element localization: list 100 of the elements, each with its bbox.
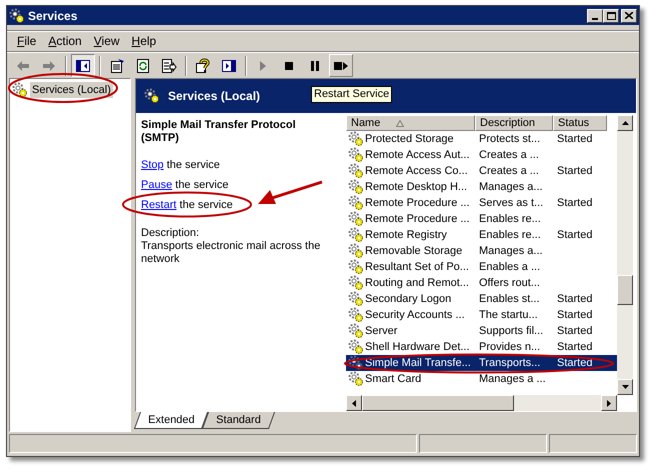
left-arrow-icon bbox=[352, 400, 356, 406]
menu-item[interactable]: View bbox=[88, 32, 126, 50]
panel-icon bbox=[221, 58, 237, 74]
table-cell-text: Server bbox=[365, 324, 398, 339]
table-cell-text: Secondary Logon bbox=[365, 292, 452, 307]
gears-icon bbox=[348, 323, 364, 339]
service-row[interactable]: Remote Procedure ... Serves as t... Started bbox=[346, 195, 617, 211]
service-row[interactable]: Remote Access Co... Creates a ... Started bbox=[346, 163, 617, 179]
scroll-thumb[interactable] bbox=[362, 395, 514, 411]
action-link[interactable]: Stop bbox=[141, 159, 164, 171]
table-cell-text: Started bbox=[557, 340, 592, 355]
window-title: Services bbox=[28, 8, 78, 24]
table-cell-text: Simple Mail Transfe... bbox=[365, 356, 471, 371]
action-link[interactable]: Pause bbox=[141, 179, 172, 191]
scroll-down-button[interactable] bbox=[617, 379, 633, 395]
table-cell-text: Enables a ... bbox=[479, 260, 540, 275]
table-cell-text: Started bbox=[557, 356, 592, 371]
gears-icon bbox=[348, 355, 364, 371]
gears-icon bbox=[348, 275, 364, 291]
toolbar-button[interactable] bbox=[71, 54, 95, 77]
action-text: Pause the service bbox=[141, 179, 228, 192]
gears-icon bbox=[348, 291, 364, 307]
table-cell-text: Remote Procedure ... bbox=[365, 212, 470, 227]
refresh-icon bbox=[135, 58, 151, 74]
menu-item[interactable]: Help bbox=[126, 32, 162, 50]
tab[interactable]: Extended bbox=[134, 412, 209, 429]
table-cell-text: Started bbox=[557, 228, 592, 243]
service-row[interactable]: Remote Desktop H... Manages a... bbox=[346, 179, 617, 195]
table-cell-text: Creates a ... bbox=[479, 148, 539, 163]
table-cell-text: Shell Hardware Det... bbox=[365, 340, 470, 355]
service-row[interactable]: Remote Procedure ... Enables re... bbox=[346, 211, 617, 227]
horizontal-scrollbar[interactable] bbox=[346, 395, 617, 411]
service-row[interactable]: Secondary Logon Enables st... Started bbox=[346, 291, 617, 307]
table-cell-text: Smart Card bbox=[365, 372, 422, 387]
gears-icon bbox=[348, 147, 364, 163]
action-text: Restart the service bbox=[141, 199, 233, 212]
table-cell-text: Routing and Remot... bbox=[365, 276, 469, 291]
service-row[interactable]: Server Supports fil... Started bbox=[346, 323, 617, 339]
service-row[interactable]: Resultant Set of Po... Enables a ... bbox=[346, 259, 617, 275]
menu-item[interactable]: File bbox=[11, 32, 42, 50]
table-cell-text: Manages a ... bbox=[479, 372, 546, 387]
tab[interactable]: Standard bbox=[202, 412, 276, 429]
sort-arrow-icon bbox=[396, 120, 404, 126]
gears-icon bbox=[348, 243, 364, 259]
service-row[interactable]: Routing and Remot... Offers rout... bbox=[346, 275, 617, 291]
scroll-right-button[interactable] bbox=[601, 395, 617, 411]
table-cell-text: Manages a... bbox=[479, 180, 543, 195]
scroll-left-button[interactable] bbox=[346, 395, 362, 411]
table-cell-text: Started bbox=[557, 324, 592, 339]
gears-icon bbox=[348, 211, 364, 227]
scroll-thumb[interactable] bbox=[617, 275, 633, 305]
tooltip: Restart Service bbox=[311, 86, 392, 103]
gears-icon bbox=[12, 82, 28, 98]
action-link[interactable]: Restart bbox=[141, 199, 176, 211]
table-cell-text: Serves as t... bbox=[479, 196, 544, 211]
description-text: Transports electronic mail across the network bbox=[141, 240, 322, 266]
service-row[interactable]: Security Accounts ... The startu... Started bbox=[346, 307, 617, 323]
gears-icon bbox=[348, 307, 364, 323]
annotation-arrow bbox=[256, 180, 324, 207]
service-row[interactable]: Protected Storage Protects st... Started bbox=[346, 131, 617, 147]
menu-item[interactable]: Action bbox=[42, 32, 88, 50]
table-cell-text: Removable Storage bbox=[365, 244, 462, 259]
table-cell-text: Security Accounts ... bbox=[365, 308, 465, 323]
service-row[interactable]: Shell Hardware Det... Provides n... Started bbox=[346, 339, 617, 355]
service-row[interactable]: Removable Storage Manages a... bbox=[346, 243, 617, 259]
properties-icon bbox=[109, 58, 125, 74]
action-text: Stop the service bbox=[141, 159, 220, 172]
table-cell-text: Resultant Set of Po... bbox=[365, 260, 469, 275]
description-label: Description: bbox=[141, 227, 200, 240]
column-header[interactable]: Status bbox=[553, 115, 607, 131]
table-cell-text: Started bbox=[557, 196, 592, 211]
table-cell-text: Started bbox=[557, 132, 592, 147]
table-cell-text: Remote Desktop H... bbox=[365, 180, 468, 195]
close-button[interactable] bbox=[621, 8, 637, 22]
table-cell-text: Manages a... bbox=[479, 244, 543, 259]
table-cell-text: Enables re... bbox=[479, 212, 541, 227]
service-row[interactable]: Remote Registry Enables re... Started bbox=[346, 227, 617, 243]
table-cell-text: Started bbox=[557, 292, 592, 307]
table-cell-text: Transports... bbox=[479, 356, 540, 371]
close-icon bbox=[625, 12, 633, 19]
table-cell-text: Creates a ... bbox=[479, 164, 539, 179]
help-icon bbox=[195, 58, 211, 74]
table-cell-text: Remote Registry bbox=[365, 228, 447, 243]
table-cell-text: Started bbox=[557, 164, 592, 179]
export-list-icon bbox=[161, 58, 177, 74]
up-arrow-icon bbox=[622, 121, 628, 125]
column-header[interactable]: Description bbox=[475, 115, 553, 131]
service-row[interactable]: Smart Card Manages a ... bbox=[346, 371, 617, 387]
service-row[interactable]: Remote Access Aut... Creates a ... bbox=[346, 147, 617, 163]
gears-icon bbox=[144, 88, 160, 104]
table-cell-text: Enables st... bbox=[479, 292, 540, 307]
column-header[interactable]: Name bbox=[346, 115, 475, 131]
maximize-button[interactable] bbox=[603, 8, 619, 22]
vertical-scrollbar[interactable] bbox=[617, 115, 633, 395]
scroll-up-button[interactable] bbox=[617, 115, 633, 131]
minimize-button[interactable] bbox=[587, 8, 603, 22]
table-cell-text: Protects st... bbox=[479, 132, 540, 147]
table-cell-text: Remote Procedure ... bbox=[365, 196, 470, 211]
gears-icon bbox=[348, 195, 364, 211]
panel-title: Services (Local) bbox=[168, 88, 260, 105]
